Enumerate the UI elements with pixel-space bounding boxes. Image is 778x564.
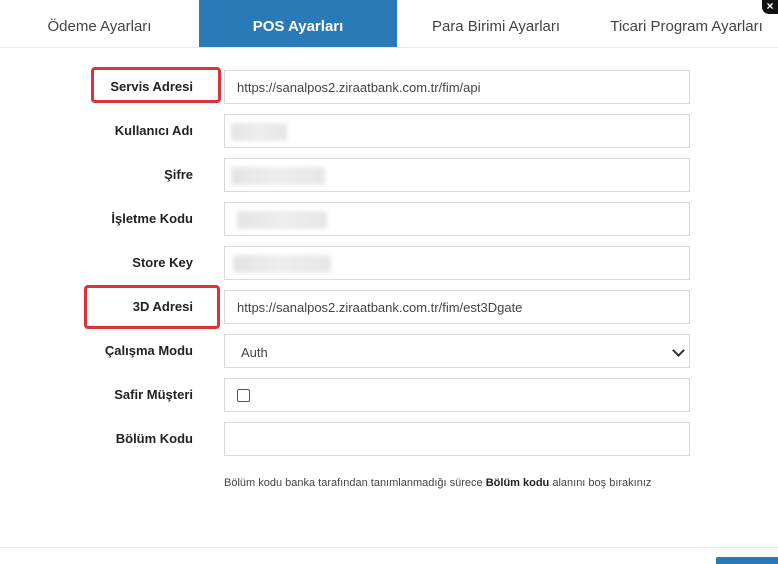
tab-para-birimi-ayarlari[interactable]: Para Birimi Ayarları: [397, 0, 595, 47]
bolum-kodu-hint: Bölüm kodu banka tarafından tanımlanmadı…: [224, 477, 651, 489]
safir-musteri-label: Safir Müşteri: [114, 387, 193, 402]
calisma-modu-value: Auth: [241, 345, 268, 360]
close-icon[interactable]: ×: [762, 0, 778, 14]
calisma-modu-label: Çalışma Modu: [104, 343, 193, 358]
chevron-down-icon: [672, 344, 685, 357]
row-kullanici-adi: Kullanıcı Adı: [0, 114, 778, 148]
redacted-value: [237, 211, 327, 229]
store-key-label: Store Key: [132, 255, 193, 270]
tab-ticari-program-ayarlari[interactable]: Ticari Program Ayarları: [595, 0, 778, 47]
safir-musteri-checkbox[interactable]: [237, 389, 250, 402]
isletme-kodu-input[interactable]: [224, 202, 690, 236]
redacted-value: [233, 255, 331, 273]
isletme-kodu-label: İşletme Kodu: [111, 211, 193, 226]
servis-adresi-value: https://sanalpos2.ziraatbank.com.tr/fim/…: [237, 80, 481, 95]
sifre-input[interactable]: [224, 158, 690, 192]
row-3d-adresi: 3D Adresi https://sanalpos2.ziraatbank.c…: [0, 290, 778, 324]
row-isletme-kodu: İşletme Kodu: [0, 202, 778, 236]
row-bolum-kodu: Bölüm Kodu: [0, 422, 778, 456]
bolum-kodu-input[interactable]: [224, 422, 690, 456]
hint-text-after: alanını boş bırakınız: [549, 477, 652, 489]
row-sifre: Şifre: [0, 158, 778, 192]
bolum-kodu-label: Bölüm Kodu: [115, 431, 193, 446]
calisma-modu-select[interactable]: Auth: [224, 334, 690, 368]
sifre-label: Şifre: [164, 167, 193, 182]
servis-adresi-label: Servis Adresi: [110, 79, 193, 94]
hint-text-before: Bölüm kodu banka tarafından tanımlanmadı…: [224, 477, 486, 489]
safir-musteri-field: [224, 378, 690, 412]
store-key-input[interactable]: [224, 246, 690, 280]
3d-adresi-label: 3D Adresi: [132, 299, 193, 314]
tab-pos-ayarlari[interactable]: POS Ayarları: [199, 0, 397, 47]
footer-divider: [0, 547, 778, 548]
kullanici-adi-input[interactable]: [224, 114, 690, 148]
row-store-key: Store Key: [0, 246, 778, 280]
3d-adresi-value: https://sanalpos2.ziraatbank.com.tr/fim/…: [237, 300, 523, 315]
kullanici-adi-label: Kullanıcı Adı: [114, 123, 193, 138]
redacted-value: [231, 167, 325, 185]
row-calisma-modu: Çalışma Modu Auth: [0, 334, 778, 368]
tab-bar: Ödeme Ayarları POS Ayarları Para Birimi …: [0, 0, 778, 48]
row-safir-musteri: Safir Müşteri: [0, 378, 778, 412]
save-button[interactable]: [716, 557, 778, 564]
tab-odeme-ayarlari[interactable]: Ödeme Ayarları: [0, 0, 199, 47]
hint-text-bold: Bölüm kodu: [485, 477, 550, 489]
servis-adresi-input[interactable]: https://sanalpos2.ziraatbank.com.tr/fim/…: [224, 70, 690, 104]
row-servis-adresi: Servis Adresi https://sanalpos2.ziraatba…: [0, 70, 778, 104]
3d-adresi-input[interactable]: https://sanalpos2.ziraatbank.com.tr/fim/…: [224, 290, 690, 324]
redacted-value: [231, 123, 287, 141]
